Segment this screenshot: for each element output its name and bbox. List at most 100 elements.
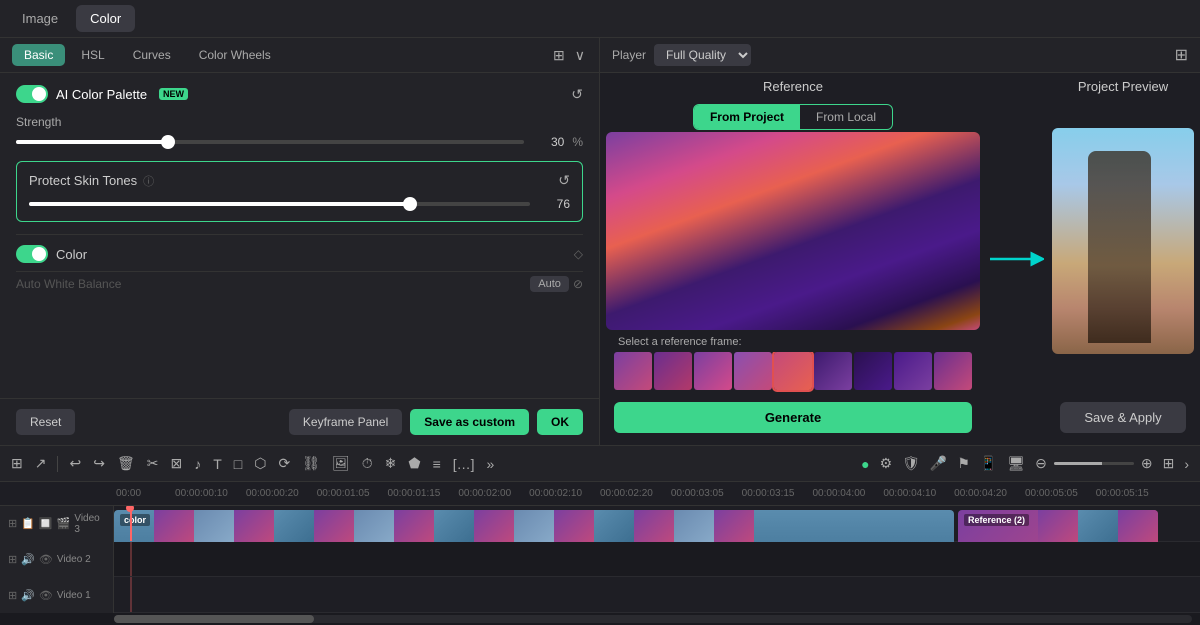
tl-grid2-icon[interactable]: ⊞ — [1160, 452, 1178, 475]
from-project-button[interactable]: From Project — [694, 105, 800, 129]
scrollbar-thumb[interactable] — [114, 615, 314, 623]
track-v3-icon2[interactable]: 📋 — [21, 517, 35, 530]
protect-slider-thumb[interactable] — [403, 197, 417, 211]
tl-cursor-icon[interactable]: ↗ — [32, 452, 50, 475]
sub-tab-curves[interactable]: Curves — [121, 44, 183, 66]
color-section: Color ◇ Auto White Balance Auto ⊘ — [16, 234, 583, 296]
save-as-custom-button[interactable]: Save as custom — [410, 409, 529, 435]
figure-silhouette — [1088, 151, 1152, 343]
film-thumb-7[interactable] — [854, 352, 892, 390]
auto-white-balance-label: Auto White Balance — [16, 277, 121, 291]
tl-eq-icon[interactable]: ≡ — [430, 453, 444, 475]
keyframe-panel-button[interactable]: Keyframe Panel — [289, 409, 402, 435]
left-panel: Basic HSL Curves Color Wheels ⊞ ∨ AI Col… — [0, 38, 600, 445]
tl-cut-icon[interactable]: ✂ — [144, 452, 162, 475]
tl-settings-icon[interactable]: ⚙ — [877, 452, 896, 475]
protect-slider-row: 76 — [29, 197, 570, 211]
tl-phone-icon[interactable]: 📱 — [977, 452, 1000, 475]
tl-plus-icon[interactable]: ⊕ — [1138, 452, 1156, 475]
playhead-v2 — [130, 542, 132, 577]
ok-button[interactable]: OK — [537, 409, 583, 435]
tl-audio-icon[interactable]: ♪ — [191, 453, 204, 475]
film-thumb-5[interactable] — [774, 352, 812, 390]
track-v1-icon1[interactable]: ⊞ — [8, 589, 17, 602]
film-thumb-8[interactable] — [894, 352, 932, 390]
protect-slider-track[interactable] — [29, 202, 530, 206]
from-local-button[interactable]: From Local — [800, 105, 892, 129]
tl-flag-icon[interactable]: ⚑ — [954, 452, 973, 475]
tl-circle-icon[interactable]: ● — [858, 453, 872, 475]
tl-erase-icon[interactable]: ⬟ — [405, 452, 423, 475]
track-v2-icon2[interactable]: 🔊 — [21, 553, 35, 566]
tl-delete-icon[interactable]: 🗑 — [114, 452, 138, 475]
protect-slider-fill — [29, 202, 410, 206]
grid-icon[interactable]: ⊞ — [1175, 45, 1188, 65]
tl-bracket-icon[interactable]: […] — [450, 453, 478, 475]
tl-shape-icon[interactable]: □ — [231, 453, 245, 475]
tl-clock-icon[interactable]: ⏱ — [359, 452, 376, 475]
save-apply-button[interactable]: Save & Apply — [1060, 402, 1186, 433]
ai-reset-button[interactable]: ↺ — [571, 86, 583, 103]
tl-more-icon[interactable]: » — [484, 453, 498, 475]
track-v3-icon4[interactable]: 🎬 — [57, 517, 71, 530]
main-area: Basic HSL Curves Color Wheels ⊞ ∨ AI Col… — [0, 38, 1200, 445]
track-v3-icon1[interactable]: ⊞ — [8, 517, 17, 530]
ai-palette-label: AI Color Palette — [56, 87, 147, 102]
tl-link-icon[interactable]: ⛓ — [299, 452, 323, 475]
track-v3-icon3[interactable]: 🔲 — [39, 517, 53, 530]
strength-slider-thumb[interactable] — [161, 135, 175, 149]
tl-freeze-icon[interactable]: ❄ — [382, 452, 400, 475]
reference-preview-gradient — [606, 132, 980, 330]
sub-tab-color-wheels[interactable]: Color Wheels — [187, 44, 283, 66]
track-v2-icon1[interactable]: ⊞ — [8, 553, 17, 566]
color-header: Color ◇ — [16, 245, 583, 263]
tl-mic-icon[interactable]: 🎤 — [927, 452, 950, 475]
tl-grid-icon[interactable]: ⊞ — [8, 452, 26, 475]
ruler-mark-3: 00:00:01:05 — [315, 488, 372, 499]
tl-crop-icon[interactable]: ⊠ — [167, 452, 185, 475]
zoom-slider[interactable] — [1054, 462, 1134, 465]
track-v2-icon3[interactable]: 👁 — [39, 553, 53, 566]
tl-minus-icon[interactable]: ⊖ — [1032, 452, 1050, 475]
horizontal-scrollbar[interactable] — [114, 615, 1192, 623]
track-v1-icon2[interactable]: 🔊 — [21, 589, 35, 602]
film-thumb-4[interactable] — [734, 352, 772, 390]
track-v1-name: Video 1 — [57, 590, 91, 601]
tl-image-icon[interactable]: 🖼 — [329, 452, 353, 475]
tl-chevron-icon[interactable]: › — [1181, 453, 1192, 475]
info-icon[interactable]: ⓘ — [143, 173, 154, 189]
tl-paint-icon[interactable]: ⬡ — [251, 452, 269, 475]
tl-text-icon[interactable]: T — [210, 453, 225, 475]
ruler-mark-4: 00:00:01:15 — [386, 488, 443, 499]
tab-color[interactable]: Color — [76, 5, 135, 32]
reset-button[interactable]: Reset — [16, 409, 75, 435]
tl-rotate-icon[interactable]: ⟳ — [275, 452, 293, 475]
protect-label: Protect Skin Tones — [29, 173, 137, 188]
sub-tab-basic[interactable]: Basic — [12, 44, 65, 66]
tl-shield-icon[interactable]: 🛡 — [899, 452, 923, 475]
project-preview-gradient — [1052, 128, 1194, 354]
ai-palette-toggle[interactable] — [16, 85, 48, 103]
film-thumb-3[interactable] — [694, 352, 732, 390]
layout-icon[interactable]: ⊞ — [551, 45, 567, 66]
ruler-mark-8: 00:00:03:05 — [669, 488, 726, 499]
expand-icon[interactable]: ∨ — [573, 45, 587, 66]
generate-button[interactable]: Generate — [614, 402, 972, 433]
track-v1-icon3[interactable]: 👁 — [39, 589, 53, 602]
project-preview-image — [1052, 128, 1194, 354]
auto-button[interactable]: Auto — [530, 276, 569, 292]
auto-white-icon: ⊘ — [573, 277, 583, 291]
film-thumb-1[interactable] — [614, 352, 652, 390]
tl-undo-icon[interactable]: ↩ — [66, 452, 84, 475]
tl-redo-icon[interactable]: ↪ — [90, 452, 108, 475]
sub-tab-hsl[interactable]: HSL — [69, 44, 116, 66]
quality-select[interactable]: Full Quality — [654, 44, 751, 66]
color-toggle[interactable] — [16, 245, 48, 263]
film-thumb-2[interactable] — [654, 352, 692, 390]
protect-reset-button[interactable]: ↺ — [558, 172, 570, 189]
tab-image[interactable]: Image — [8, 5, 72, 32]
tl-monitor-icon[interactable]: 🖥 — [1004, 452, 1028, 475]
film-thumb-9[interactable] — [934, 352, 972, 390]
strength-slider-track[interactable] — [16, 140, 524, 144]
film-thumb-6[interactable] — [814, 352, 852, 390]
